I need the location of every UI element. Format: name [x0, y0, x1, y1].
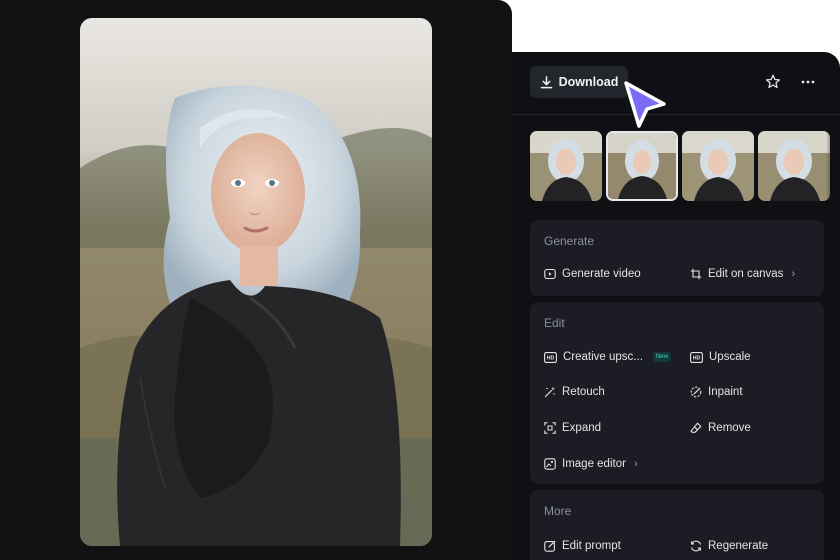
image-editor-label: Image editor [562, 458, 626, 470]
edit-on-canvas-button[interactable]: Edit on canvas › [690, 265, 795, 283]
main-photo [80, 18, 432, 546]
edit-prompt-button[interactable]: Edit prompt [544, 537, 621, 555]
crop-icon [690, 268, 702, 280]
download-label: Download [558, 75, 619, 89]
expand-label: Expand [562, 422, 602, 434]
download-button[interactable]: Download [530, 66, 628, 98]
eraser-icon [690, 422, 702, 433]
inpaint-label: Inpaint [708, 386, 743, 398]
more-options-button[interactable] [796, 70, 820, 94]
chevron-right-icon: › [633, 458, 638, 470]
creative-upscale-label: Creative upsc... [563, 351, 643, 363]
creative-upscale-button[interactable]: HD Creative upsc... New [544, 348, 671, 366]
image-edit-icon [544, 458, 556, 470]
edit-prompt-icon [544, 540, 556, 552]
thumbnails-fade [826, 128, 840, 206]
generate-section: Generate Generate video Edit on canvas › [530, 220, 824, 296]
expand-icon [544, 422, 556, 434]
inpaint-button[interactable]: Inpaint [690, 383, 743, 401]
remove-label: Remove [708, 422, 751, 434]
regenerate-icon [690, 540, 702, 552]
regenerate-label: Regenerate [708, 540, 769, 552]
generate-video-button[interactable]: Generate video [544, 265, 641, 283]
section-title: Edit [544, 316, 565, 330]
svg-text:HD: HD [693, 355, 701, 361]
image-editor-button[interactable]: Image editor › [544, 455, 638, 473]
panel-toolbar: Download [512, 52, 840, 115]
video-icon [544, 268, 556, 280]
edit-section: Edit HD Creative upsc... New HD Upscale … [530, 302, 824, 484]
edit-on-canvas-label: Edit on canvas [708, 268, 784, 280]
thumbnail[interactable] [682, 131, 754, 201]
retouch-label: Retouch [562, 386, 605, 398]
upscale-button[interactable]: HD Upscale [690, 348, 751, 366]
svg-text:HD: HD [547, 355, 555, 361]
favorite-button[interactable] [761, 70, 785, 94]
upscale-label: Upscale [709, 351, 751, 363]
regenerate-button[interactable]: Regenerate [690, 537, 768, 555]
expand-button[interactable]: Expand [544, 419, 601, 437]
chevron-right-icon: › [791, 268, 796, 280]
remove-button[interactable]: Remove [690, 419, 751, 437]
new-badge: New [652, 352, 671, 362]
image-preview-panel [0, 0, 512, 560]
thumbnail[interactable] [530, 131, 602, 201]
thumbnail-selected[interactable] [606, 131, 678, 201]
hd-icon: HD [544, 351, 557, 363]
generate-video-label: Generate video [562, 268, 641, 280]
pointer-cursor-icon [624, 81, 666, 128]
hd-icon: HD [690, 351, 703, 363]
star-icon [765, 74, 781, 89]
variation-thumbnails [530, 131, 840, 203]
thumbnail[interactable] [758, 131, 830, 201]
more-section: More Edit prompt Regenerate [530, 490, 824, 560]
magic-wand-icon [544, 386, 555, 398]
more-icon [801, 80, 815, 84]
edit-prompt-label: Edit prompt [562, 540, 621, 552]
actions-panel: Download Generate Generate video Edit on… [512, 52, 840, 560]
section-title: Generate [544, 234, 595, 248]
retouch-button[interactable]: Retouch [544, 383, 605, 401]
section-title: More [544, 504, 572, 518]
download-icon [540, 75, 552, 88]
inpaint-icon [690, 386, 702, 398]
